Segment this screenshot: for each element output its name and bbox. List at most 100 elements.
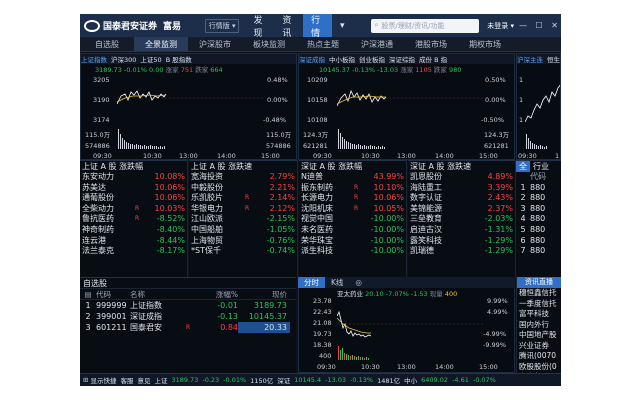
nav-news[interactable]: 资讯 [274, 14, 303, 39]
industry-row[interactable]: 1 880 [516, 183, 561, 194]
news-item[interactable]: 欧股股份(0 [517, 362, 561, 373]
rank-row[interactable]: 全柴动力 R 10.03% [80, 204, 187, 215]
nav-more-icon[interactable]: ▾ [332, 14, 353, 37]
news-item[interactable]: 兴业证券 [517, 341, 561, 352]
tab-sector[interactable]: 板块监测 [242, 37, 296, 51]
rank-row[interactable]: 长源电力 R 10.06% [299, 193, 406, 204]
tab-timeshare[interactable]: 分时 [298, 277, 325, 288]
rank-row[interactable]: 海陆重工 3.39% [408, 183, 515, 194]
watchlist-menu-icon[interactable]: ▤ [84, 290, 91, 299]
rank-title[interactable]: 深证 A 股 涨跌速 [408, 161, 515, 172]
stock-intraday-chart[interactable]: 亚太药业 20.10 -7.07% -1.53 现量 400 23.78 22.… [298, 288, 515, 373]
rank-row[interactable]: 露笑科技 -1.29% [408, 236, 515, 247]
rank-row[interactable]: 中国船舶 -1.05% [189, 225, 297, 236]
rank-row[interactable]: 启迪古汉 -1.31% [408, 225, 515, 236]
settings-icon[interactable]: ◎ [349, 277, 368, 288]
tab-watchlist[interactable]: 自选股 [80, 37, 134, 51]
rank-row[interactable]: N迪普 43.99% [299, 172, 406, 183]
rank-row[interactable]: 法兰泰克 -8.17% [80, 246, 187, 257]
industry-row[interactable]: 3 880 [516, 204, 561, 215]
rank-row[interactable]: 振东制药 R 10.10% [299, 183, 406, 194]
rank-title[interactable]: 上证 A 股 涨跌速 [189, 161, 297, 172]
rank-row[interactable]: 宽海投资 2.79% [189, 172, 297, 183]
futures-tab-main[interactable]: 沪深主连 [517, 54, 543, 64]
col-name[interactable]: 名称 [130, 289, 186, 299]
watchlist-row[interactable]: 2 399001 深证成指 -0.13 10145.37 [80, 311, 296, 322]
rank-row[interactable]: 苏美达 10.06% [80, 183, 187, 194]
col-code[interactable]: 代码 [96, 289, 130, 299]
login-button[interactable]: 未登录 ▾ [487, 21, 514, 31]
sh-tab-index[interactable]: 上证指数 [81, 54, 107, 64]
search-input[interactable]: ⌕ 股票/理财/资讯/功能 [370, 18, 480, 33]
rank-row[interactable]: 三垒教育 -2.03% [408, 214, 515, 225]
nav-market[interactable]: 行情 [303, 14, 332, 39]
sz-index-chart[interactable]: 深证成指 中小板指 创业板指 深证综指 成份 B 指 10145.37 -0.1… [298, 53, 515, 160]
status-item[interactable]: 显示快捷 [90, 375, 116, 385]
futures-tab-hs[interactable]: 恒生 [547, 54, 560, 64]
tab-options[interactable]: 期权市场 [458, 37, 512, 51]
status-item[interactable]: 意见 [137, 375, 150, 385]
watchlist-row[interactable]: 1 999999 上证指数 -0.01 3189.73 [80, 300, 296, 311]
industry-row[interactable]: 4 880 [516, 214, 561, 225]
news-item[interactable]: 一季度信托 [517, 299, 561, 310]
rank-title[interactable]: 深证 A 股 涨跌幅 [299, 161, 406, 172]
sz-tab-composite[interactable]: 深证综指 [389, 54, 415, 64]
rank-row[interactable]: 华银电力 R 2.12% [189, 204, 297, 215]
news-live-tab[interactable]: 资讯直播 [517, 277, 561, 288]
tab-hk-market[interactable]: 港股市场 [404, 37, 458, 51]
sz-tab-component[interactable]: 深证成指 [299, 54, 325, 64]
news-item[interactable]: 国内外行 [517, 320, 561, 331]
industry-tab-industry[interactable]: 行业 [530, 161, 552, 172]
tab-connect[interactable]: 沪深港通 [350, 37, 404, 51]
rank-row[interactable]: 数字认证 2.43% [408, 193, 515, 204]
watchlist-title[interactable]: 自选股 [80, 278, 296, 289]
rank-row[interactable]: 通葡股份 10.06% [80, 193, 187, 204]
rank-row[interactable]: 乐凯胶片 R 2.14% [189, 193, 297, 204]
tab-hot-topics[interactable]: 热点主题 [296, 37, 350, 51]
sz-tab-b[interactable]: 成份 B 指 [419, 54, 447, 64]
rank-row[interactable]: 中毅股份 2.21% [189, 183, 297, 194]
rank-row[interactable]: 沈阳机床 R 10.05% [299, 204, 406, 215]
tab-hs-market[interactable]: 沪深股市 [188, 37, 242, 51]
rank-row[interactable]: 荣华珠宝 -10.00% [299, 236, 406, 247]
industry-row[interactable]: 7 880 [516, 246, 561, 257]
sh-tab-300[interactable]: 沪深300 [111, 54, 136, 64]
col-price[interactable]: 现价 [238, 289, 290, 299]
window-controls[interactable]: — ☐ ✕ [519, 21, 561, 30]
watchlist-row[interactable]: 3 601211 国泰君安 R 0.84 20.33 [80, 322, 296, 333]
shortcut-icon[interactable]: ⊞ [83, 376, 88, 384]
mode-selector[interactable]: 行情版 ▾ [204, 18, 240, 33]
rank-row[interactable]: 连云港 -8.44% [80, 236, 187, 247]
industry-row[interactable]: 6 880 [516, 236, 561, 247]
sz-tab-chinext[interactable]: 创业板指 [359, 54, 385, 64]
news-item[interactable]: 穗恒鑫信托 [517, 288, 561, 299]
industry-tab-all[interactable]: 全 [516, 161, 530, 172]
status-item[interactable]: 客服 [120, 375, 133, 385]
futures-chart[interactable]: 沪深主连 恒生 1 1 1 09:30 1 [516, 53, 561, 160]
rank-row[interactable]: 凯恩股份 4.89% [408, 172, 515, 183]
rank-row[interactable]: 视觉中国 -10.00% [299, 214, 406, 225]
industry-row[interactable]: 2 880 [516, 193, 561, 204]
tab-panorama[interactable]: 全景监测 [134, 37, 188, 51]
rank-row[interactable]: 鲁抗医药 R -8.52% [80, 214, 187, 225]
news-item[interactable]: 中国地产股 [517, 330, 561, 341]
sh-index-chart[interactable]: 上证指数 沪深300 上证50 B 股指数 3189.73 -0.01% 0.0… [80, 53, 297, 160]
sz-tab-sme[interactable]: 中小板指 [329, 54, 355, 64]
rank-row[interactable]: 神奇制药 -8.40% [80, 225, 187, 236]
industry-row[interactable]: 5 880 [516, 225, 561, 236]
tab-kline[interactable]: K线 [325, 277, 349, 288]
rank-row[interactable]: 江山欧派 -2.15% [189, 214, 297, 225]
sh-tab-50[interactable]: 上证50 [140, 54, 161, 64]
sh-tab-b[interactable]: B 股指数 [166, 54, 192, 64]
rank-row[interactable]: 未名医药 -10.00% [299, 225, 406, 236]
col-change[interactable]: 涨幅% [186, 289, 238, 299]
nav-discover[interactable]: 发现 [245, 14, 274, 39]
rank-row[interactable]: 派生科技 -10.00% [299, 246, 406, 257]
rank-title[interactable]: 上证 A 股 涨跌幅 [80, 161, 187, 172]
rank-row[interactable]: 上海物贸 -0.76% [189, 236, 297, 247]
rank-row[interactable]: 美锦能源 2.37% [408, 204, 515, 215]
rank-row[interactable]: 东安动力 10.08% [80, 172, 187, 183]
rank-row[interactable]: 凯瑞德 -1.29% [408, 246, 515, 257]
news-item[interactable]: 腾讯(0070 [517, 351, 561, 362]
news-item[interactable]: 富平科技 [517, 309, 561, 320]
